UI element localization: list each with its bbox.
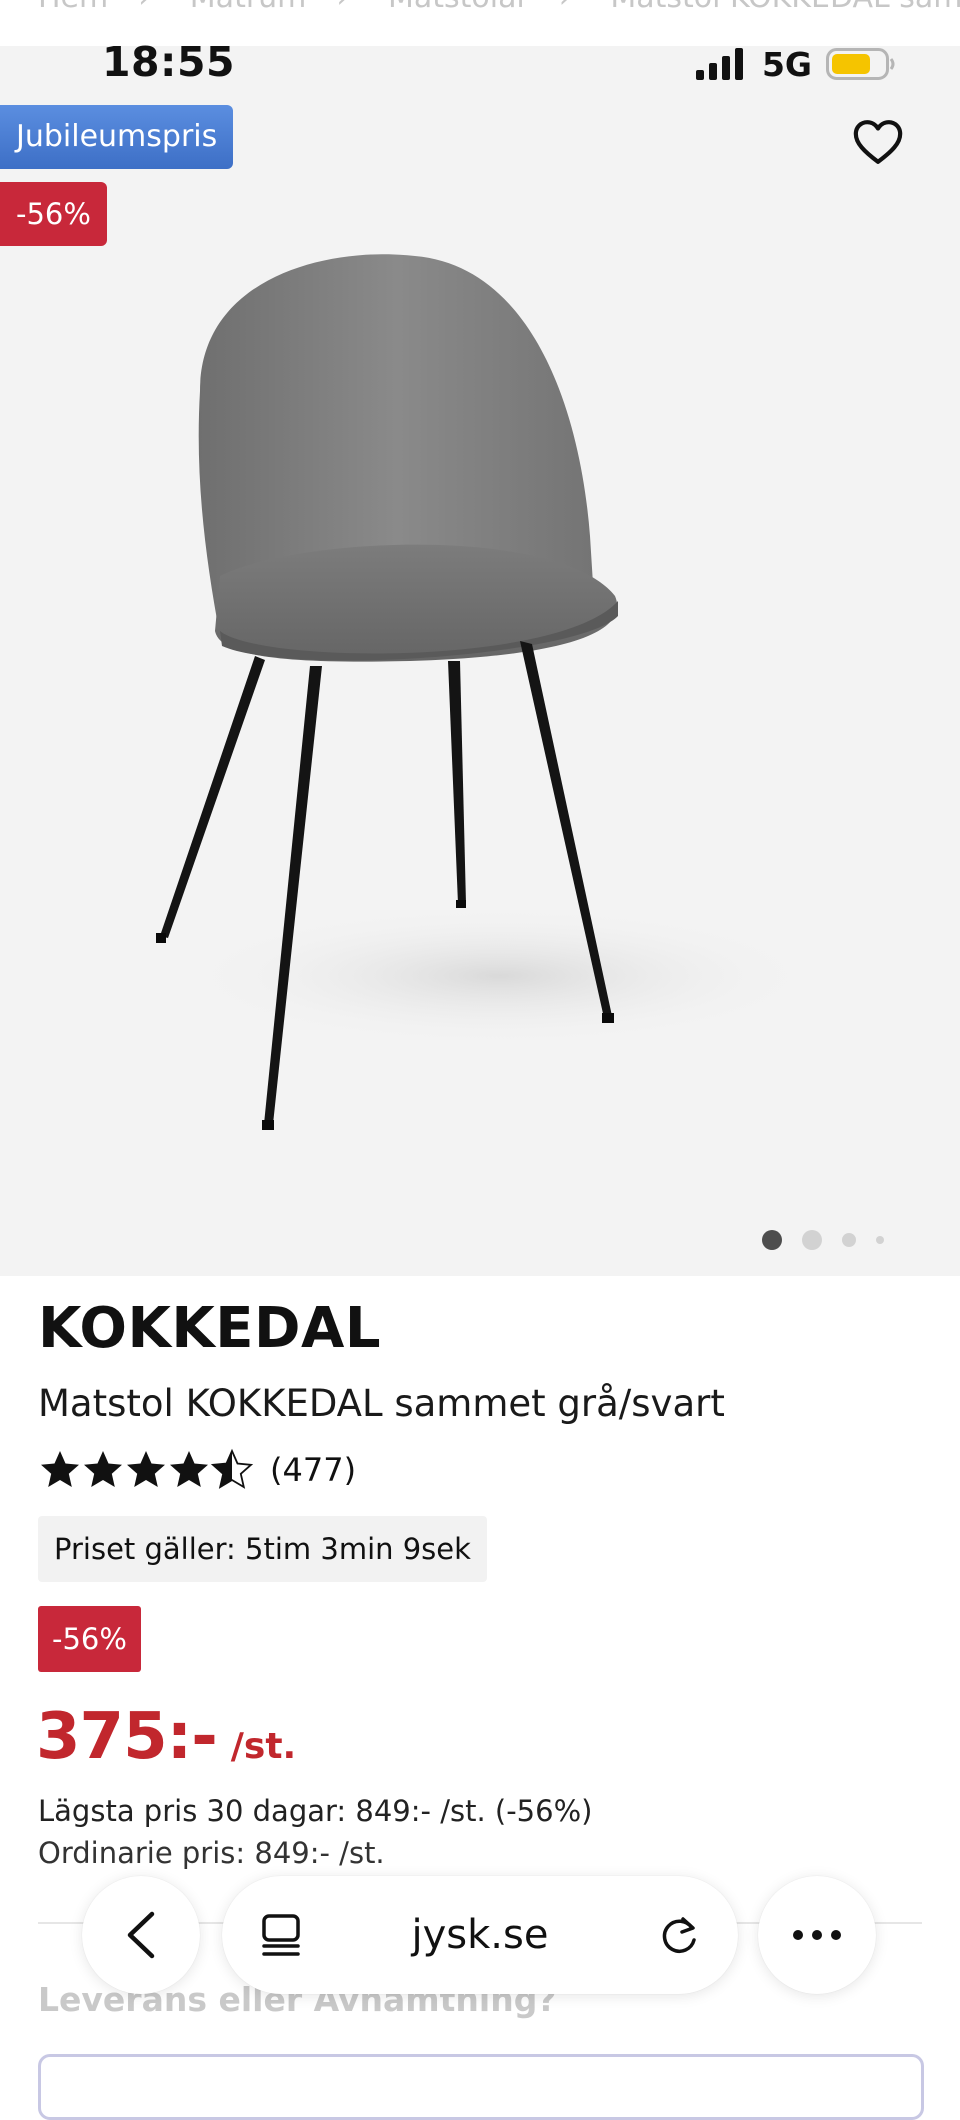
product-brand: KOKKEDAL [38,1296,382,1361]
back-button[interactable] [82,1876,200,1994]
network-type: 5G [761,44,812,84]
product-image[interactable] [140,236,840,1166]
more-icon [793,1930,841,1940]
lowest-price-30-days: Lägsta pris 30 dagar: 849:- /st. (-56%) [38,1794,593,1828]
address-bar[interactable]: jysk.se [222,1876,738,1994]
back-icon [127,1911,155,1959]
battery-icon [826,48,895,80]
status-time: 18:55 [102,38,236,86]
price-unit: /st. [230,1726,297,1767]
breadcrumb-item[interactable]: Matstolar [388,0,529,15]
price-value: 375:- [36,1700,218,1774]
breadcrumb-item: Matstol KOKKEDAL sammet gr [610,0,960,15]
carousel-dot[interactable] [802,1230,822,1250]
ordinary-price: Ordinarie pris: 849:- /st. [38,1836,385,1870]
status-indicators: 5G [695,44,896,84]
carousel-dot[interactable] [842,1233,856,1247]
breadcrumb-trail: Hem› Matrum› Matstolar› Matstol KOKKEDAL… [38,0,960,15]
product-title: Matstol KOKKEDAL sammet grå/svart [38,1382,725,1425]
star-icon [84,1451,122,1487]
heart-icon [853,120,903,164]
star-icon [41,1451,79,1487]
product-image-gallery[interactable] [0,46,960,1276]
breadcrumb-item[interactable]: Matrum [190,0,307,15]
star-icon [170,1451,208,1487]
review-count[interactable]: (477) [270,1451,356,1489]
discount-badge: -56% [38,1606,141,1672]
campaign-badge: Jubileumspris [0,105,234,169]
browser-toolbar: jysk.se [0,1870,960,2000]
more-button[interactable] [758,1876,876,1994]
star-icon [127,1451,165,1487]
rating-stars [41,1450,252,1488]
signal-icon [695,48,743,80]
breadcrumb-item[interactable]: Hem [38,0,108,15]
reload-icon[interactable] [656,1912,702,1958]
delivery-option-box[interactable] [38,2054,924,2120]
carousel-dot[interactable] [876,1236,884,1244]
image-discount-badge: -56% [0,182,107,246]
favorite-button[interactable] [850,114,906,170]
price: 375:- /st. [36,1700,296,1774]
carousel-dot-active[interactable] [762,1230,782,1250]
carousel-dots[interactable] [762,1230,884,1250]
price-timer: Priset gäller: 5tim 3min 9sek [38,1516,487,1582]
rating[interactable]: (477) [38,1446,356,1494]
